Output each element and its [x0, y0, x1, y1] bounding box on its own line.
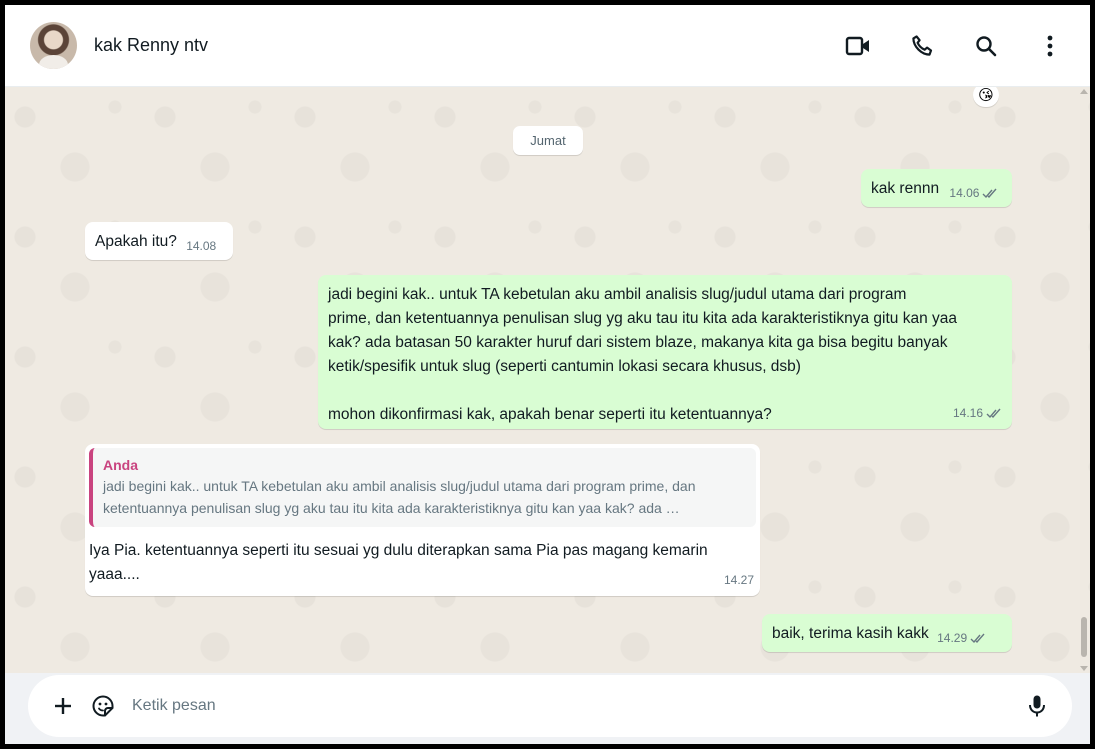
quote-text: jadi begini kak.. untuk TA kebetulan aku… [103, 478, 696, 516]
message-outgoing[interactable]: jadi begini kak.. untuk TA kebetulan aku… [318, 275, 1012, 429]
message-text: Apakah itu? [95, 233, 177, 250]
message-time: 14.08 [186, 239, 217, 253]
scroll-up-arrow[interactable] [1080, 89, 1088, 94]
voice-call-button[interactable] [902, 26, 942, 66]
message-text: jadi begini kak.. untuk TA kebetulan aku… [328, 286, 957, 423]
contact-name[interactable]: kak Renny ntv [94, 35, 208, 56]
read-ticks-icon [986, 408, 1001, 419]
sticker-button[interactable] [86, 689, 120, 723]
message-incoming-reply[interactable]: Anda jadi begini kak.. untuk TA kebetula… [85, 444, 760, 596]
voice-record-button[interactable] [1020, 689, 1054, 723]
chat-header: kak Renny ntv [5, 5, 1090, 87]
message-outgoing[interactable]: kak rennn 14.06 [861, 169, 1012, 207]
voice-call-icon [912, 34, 933, 56]
scrollbar-thumb[interactable] [1081, 617, 1087, 657]
message-incoming[interactable]: Apakah itu? 14.08 [85, 222, 233, 260]
message-text: baik, terima kasih kakk [772, 625, 929, 642]
message-text: Iya Pia. ketentuannya seperti itu sesuai… [89, 542, 708, 583]
whatsapp-window: kak Renny ntv 😘 Jumat kak rennn 14.06 Ap… [0, 0, 1095, 749]
read-ticks-icon [982, 188, 997, 199]
sticker-icon [92, 695, 114, 717]
message-time: 14.27 [723, 573, 754, 587]
reaction-emoji[interactable]: 😘 [973, 87, 999, 107]
message-list[interactable]: 😘 Jumat kak rennn 14.06 Apakah itu? 14.0… [5, 87, 1090, 673]
message-outgoing[interactable]: baik, terima kasih kakk 14.29 [762, 614, 1012, 652]
video-call-button[interactable] [838, 26, 878, 66]
read-ticks-icon [970, 633, 985, 644]
menu-icon [1047, 35, 1053, 56]
attach-button[interactable] [46, 689, 80, 723]
date-separator: Jumat [513, 126, 583, 155]
quote-author: Anda [103, 457, 138, 473]
quoted-message[interactable]: Anda jadi begini kak.. untuk TA kebetula… [89, 448, 756, 527]
menu-button[interactable] [1030, 26, 1070, 66]
video-call-icon [845, 36, 869, 55]
header-actions [814, 26, 1070, 66]
composer-bar [5, 673, 1090, 744]
microphone-icon [1029, 695, 1045, 717]
message-text: kak rennn [871, 180, 940, 197]
search-icon [976, 35, 997, 56]
message-time: 14.16 [952, 406, 983, 420]
message-input[interactable] [132, 697, 1020, 715]
avatar[interactable] [30, 22, 77, 69]
message-time: 14.29 [937, 631, 968, 645]
scroll-down-arrow[interactable] [1080, 666, 1088, 671]
attach-plus-icon [55, 698, 71, 714]
message-time: 14.06 [949, 186, 980, 200]
composer-pill [28, 675, 1072, 737]
search-button[interactable] [966, 26, 1006, 66]
